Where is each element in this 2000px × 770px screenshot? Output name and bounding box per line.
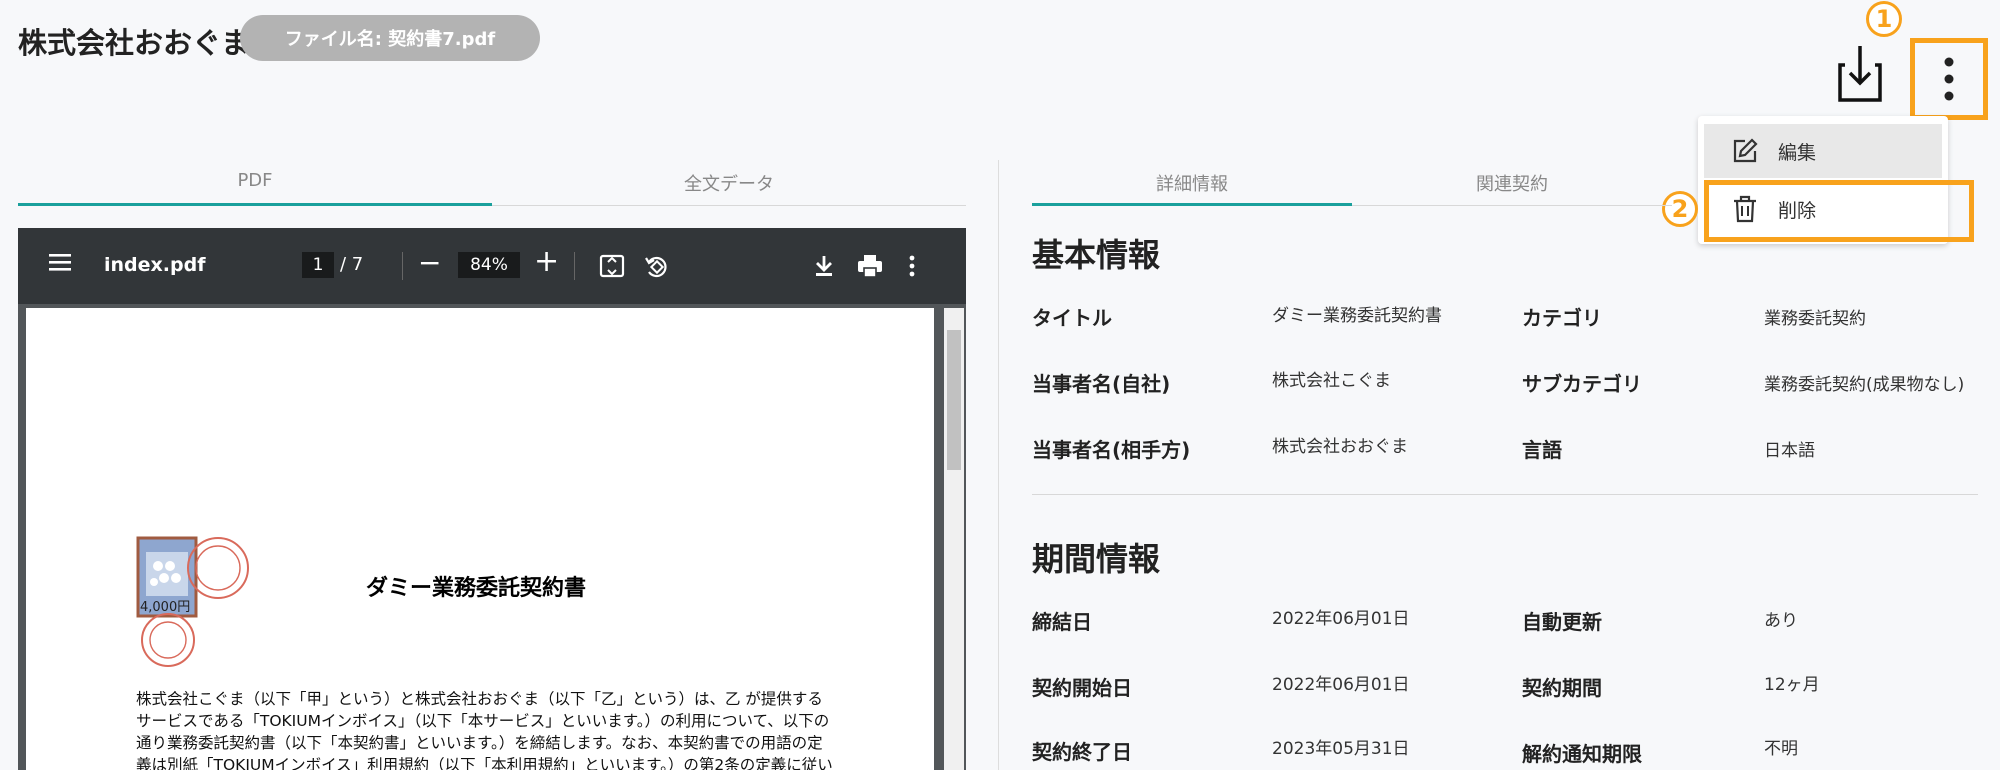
- pdf-page: 4,000円 ダミー業務委託契約書 株式会社こぐま（以下「甲」という）と株式会社…: [26, 308, 934, 770]
- stamp-value: 4,000円: [140, 600, 191, 615]
- pdf-download-icon[interactable]: [810, 252, 838, 280]
- page-number-input[interactable]: 1: [302, 252, 334, 278]
- pdf-viewer: index.pdf 1 / 7 − 84% + 4,000円 ダミー業務委託契約…: [18, 228, 966, 770]
- field-label: 解約通知期限: [1522, 742, 1642, 766]
- tab-details[interactable]: 詳細情報: [1032, 160, 1352, 206]
- tab-pdf[interactable]: PDF: [18, 160, 492, 206]
- field-value: 業務委託契約: [1764, 309, 1866, 329]
- field-label: 当事者名(相手方): [1032, 438, 1191, 462]
- tab-fulltext[interactable]: 全文データ: [492, 160, 966, 205]
- print-icon[interactable]: [856, 252, 884, 280]
- period-info-heading: 期間情報: [1032, 540, 1161, 578]
- rotate-icon[interactable]: [642, 252, 670, 280]
- zoom-out-button[interactable]: −: [418, 246, 441, 279]
- field-label: サブカテゴリ: [1522, 372, 1642, 396]
- menu-item-edit[interactable]: 編集: [1704, 124, 1942, 178]
- revenue-stamp: 4,000円: [132, 530, 262, 670]
- pdf-more-icon[interactable]: [898, 252, 926, 280]
- kebab-menu-icon: [1944, 57, 1954, 101]
- field-value: 不明: [1764, 739, 1798, 759]
- menu-item-edit-label: 編集: [1778, 141, 1817, 164]
- field-value: 株式会社こぐま: [1272, 371, 1391, 391]
- zoom-in-button[interactable]: +: [534, 244, 559, 279]
- field-label: 当事者名(自社): [1032, 372, 1171, 396]
- pdf-scrollbar-thumb[interactable]: [947, 330, 961, 470]
- field-value: 株式会社おおぐま: [1272, 437, 1408, 457]
- edit-icon: [1730, 136, 1760, 166]
- pdf-toolbar: index.pdf 1 / 7 − 84% +: [18, 228, 966, 304]
- field-label: 契約期間: [1522, 676, 1602, 700]
- tab-related-contracts[interactable]: 関連契約: [1352, 160, 1672, 205]
- toolbar-separator: [402, 252, 403, 280]
- field-label: 契約開始日: [1032, 676, 1132, 700]
- step-callout-1: 1: [1866, 1, 1902, 37]
- pdf-scrollbar[interactable]: [944, 308, 964, 770]
- field-value: 日本語: [1764, 441, 1815, 461]
- download-icon: [1838, 46, 1882, 102]
- field-value: 2022年06月01日: [1272, 675, 1410, 695]
- field-value: 業務委託契約(成果物なし): [1764, 375, 1965, 395]
- page-total: / 7: [340, 254, 364, 275]
- field-value: 2022年06月01日: [1272, 609, 1410, 629]
- file-name-badge: ファイル名: 契約書7.pdf: [240, 15, 540, 61]
- document-title: ダミー業務委託契約書: [366, 576, 587, 601]
- info-tabs: 詳細情報 関連契約: [1032, 160, 1672, 206]
- panel-divider: [998, 160, 999, 770]
- field-value: あり: [1764, 611, 1798, 631]
- basic-info-heading: 基本情報: [1032, 236, 1161, 274]
- field-label: タイトル: [1032, 306, 1112, 330]
- zoom-level[interactable]: 84%: [458, 252, 520, 278]
- delete-highlight-box: [1704, 180, 1974, 242]
- field-value: 12ヶ月: [1764, 675, 1820, 695]
- field-label: 契約終了日: [1032, 740, 1132, 764]
- field-value: 2023年05月31日: [1272, 739, 1410, 759]
- toolbar-separator: [574, 252, 575, 280]
- field-label: 自動更新: [1522, 610, 1602, 634]
- field-label: 言語: [1522, 438, 1562, 462]
- section-divider: [1032, 494, 1978, 495]
- document-body: 株式会社こぐま（以下「甲」という）と株式会社おおぐま（以下「乙」という）は、乙 …: [136, 690, 833, 770]
- field-value: ダミー業務委託契約書: [1272, 306, 1442, 326]
- field-label: 締結日: [1032, 610, 1092, 634]
- hamburger-icon[interactable]: [48, 252, 72, 276]
- field-label: カテゴリ: [1522, 306, 1602, 330]
- more-options-button[interactable]: [1910, 38, 1988, 120]
- download-button[interactable]: [1834, 42, 1886, 104]
- document-view-tabs: PDF 全文データ: [18, 160, 966, 206]
- company-name: 株式会社おおぐま: [18, 26, 251, 60]
- fit-page-icon[interactable]: [598, 252, 626, 280]
- pdf-filename: index.pdf: [104, 254, 206, 276]
